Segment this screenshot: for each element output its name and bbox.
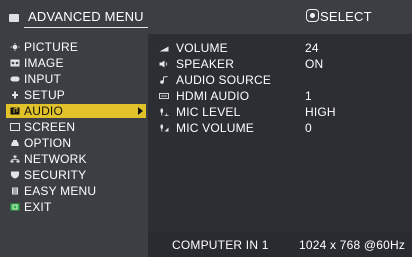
status-bar: COMPUTER IN 1 1024 x 768 @60Hz: [148, 232, 412, 257]
main-menu: PICTURE IMAGE INPUT SETUP AUDIO SCREEN O…: [0, 34, 148, 257]
resolution-info: 1024 x 768 @60Hz: [299, 238, 406, 252]
dpad-center-icon: [306, 9, 319, 22]
title-underline: [24, 27, 148, 28]
audio-icon: [10, 107, 20, 115]
row-value: HIGH: [305, 105, 336, 119]
sun-picture-icon: [10, 43, 20, 51]
row-label: MIC VOLUME: [176, 121, 255, 135]
menu-label: OPTION: [24, 136, 72, 150]
row-hdmi-audio[interactable]: HDMI AUDIO 1: [148, 88, 412, 104]
row-label: AUDIO SOURCE: [176, 73, 272, 87]
menu-item-option[interactable]: OPTION: [6, 136, 146, 150]
menu-icon: [9, 14, 19, 22]
screen-icon: [10, 123, 20, 131]
row-mic-level[interactable]: MIC LEVEL HIGH: [148, 104, 412, 120]
audio-source-icon: [160, 76, 168, 84]
menu-label: IMAGE: [24, 56, 64, 70]
row-label: VOLUME: [176, 41, 228, 55]
menu-item-easy-menu[interactable]: EASY MENU: [6, 184, 146, 198]
menu-item-image[interactable]: IMAGE: [6, 56, 146, 70]
row-audio-source[interactable]: AUDIO SOURCE: [148, 72, 412, 88]
menu-label: SECURITY: [24, 168, 87, 182]
row-label: HDMI AUDIO: [176, 89, 250, 103]
mic-volume-icon: [160, 124, 169, 132]
menu-item-input[interactable]: INPUT: [6, 72, 146, 86]
menu-item-audio[interactable]: AUDIO: [6, 104, 146, 118]
speaker-icon: [159, 60, 168, 68]
row-label: SPEAKER: [176, 57, 235, 71]
setup-icon: [12, 91, 18, 99]
row-volume[interactable]: VOLUME 24: [148, 40, 412, 56]
audio-submenu: VOLUME 24 SPEAKER ON AUDIO SOURCE HDMI A…: [148, 34, 412, 232]
menu-item-screen[interactable]: SCREEN: [6, 120, 146, 134]
image-icon: [10, 59, 20, 67]
option-icon: [11, 140, 19, 146]
volume-bar-icon: [159, 46, 169, 52]
input-source: COMPUTER IN 1: [172, 238, 269, 252]
submenu-arrow-icon: [138, 107, 143, 115]
row-speaker[interactable]: SPEAKER ON: [148, 56, 412, 72]
row-value: 24: [305, 41, 319, 55]
menu-header: ADVANCED MENU SELECT: [0, 0, 412, 34]
row-mic-volume[interactable]: MIC VOLUME 0: [148, 120, 412, 136]
menu-label: EASY MENU: [24, 184, 97, 198]
menu-label: EXIT: [24, 200, 52, 214]
menu-item-network[interactable]: NETWORK: [6, 152, 146, 166]
menu-item-picture[interactable]: PICTURE: [6, 40, 146, 54]
row-value: 0: [305, 121, 312, 135]
easy-menu-icon: [12, 187, 18, 195]
hdmi-audio-icon: [159, 93, 169, 99]
input-icon: [10, 76, 20, 82]
projector-osd: ADVANCED MENU SELECT PICTURE IMAGE INPUT…: [0, 0, 412, 257]
menu-label: PICTURE: [24, 40, 79, 54]
menu-item-setup[interactable]: SETUP: [6, 88, 146, 102]
security-icon: [11, 171, 19, 179]
row-label: MIC LEVEL: [176, 105, 241, 119]
menu-item-security[interactable]: SECURITY: [6, 168, 146, 182]
row-value: ON: [305, 57, 324, 71]
exit-icon: [10, 203, 20, 211]
menu-label: SETUP: [24, 88, 66, 102]
menu-label: AUDIO: [24, 104, 64, 118]
row-value: 1: [305, 89, 312, 103]
menu-title: ADVANCED MENU: [28, 9, 144, 24]
mic-level-icon: [160, 108, 169, 116]
network-icon: [10, 155, 20, 163]
select-hint-label: SELECT: [320, 9, 372, 24]
menu-label: INPUT: [24, 72, 61, 86]
menu-item-exit[interactable]: EXIT: [6, 200, 146, 214]
menu-label: NETWORK: [24, 152, 87, 166]
menu-label: SCREEN: [24, 120, 76, 134]
